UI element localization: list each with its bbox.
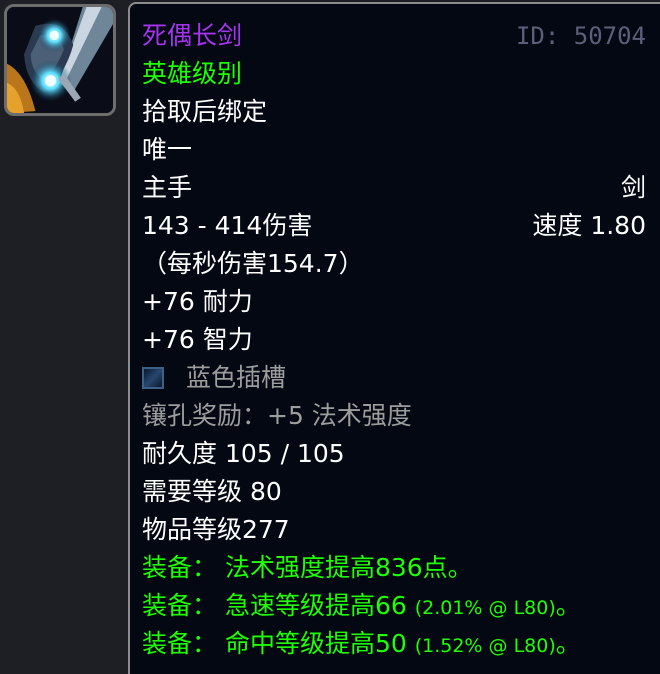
equip-haste-detail: (2.01% @ L80): [414, 597, 556, 619]
item-type: 剑: [620, 173, 646, 202]
item-damage: 143 - 414伤害: [142, 211, 313, 240]
item-required-level: 需要等级 80: [142, 477, 282, 506]
item-speed: 速度 1.80: [532, 211, 646, 240]
equip-haste-end: 。: [555, 591, 581, 620]
item-id: ID: 50704: [515, 22, 646, 50]
item-dps: （每秒伤害154.7）: [142, 249, 364, 278]
item-equip-haste: 装备： 急速等级提高66 (2.01% @ L80)。: [142, 588, 646, 624]
item-tooltip: 死偶长剑 ID: 50704 英雄级别 拾取后绑定 唯一 主手 剑 143 - …: [128, 2, 660, 674]
item-socket-row: 蓝色插槽: [142, 360, 646, 396]
item-slot-row: 主手 剑: [142, 170, 646, 206]
item-slot: 主手: [142, 173, 193, 202]
item-durability: 耐久度 105 / 105: [142, 439, 345, 468]
item-equip-spellpower: 装备： 法术强度提高836点。: [142, 553, 473, 582]
item-unique: 唯一: [142, 135, 193, 164]
equip-haste-text: 装备： 急速等级提高66: [142, 591, 415, 620]
item-level: 物品等级277: [142, 515, 290, 544]
item-binding: 拾取后绑定: [142, 97, 268, 126]
equip-hit-detail: (1.52% @ L80): [414, 635, 556, 657]
blue-socket-icon: [142, 367, 164, 389]
item-socket-label: 蓝色插槽: [186, 363, 287, 392]
item-name: 死偶长剑: [142, 21, 243, 50]
item-quality: 英雄级别: [142, 59, 243, 88]
equip-hit-text: 装备： 命中等级提高50: [142, 629, 415, 658]
equip-hit-end: 。: [555, 629, 581, 658]
item-socket-bonus: 镶孔奖励：+5 法术强度: [142, 401, 412, 430]
item-stat-intellect: +76 智力: [142, 325, 253, 354]
item-damage-row: 143 - 414伤害 速度 1.80: [142, 208, 646, 244]
item-name-row: 死偶长剑 ID: 50704: [142, 18, 646, 54]
item-icon-frame: [4, 4, 116, 116]
item-equip-hit: 装备： 命中等级提高50 (1.52% @ L80)。: [142, 626, 646, 662]
sword-icon: [7, 7, 113, 113]
item-stat-stamina: +76 耐力: [142, 287, 253, 316]
